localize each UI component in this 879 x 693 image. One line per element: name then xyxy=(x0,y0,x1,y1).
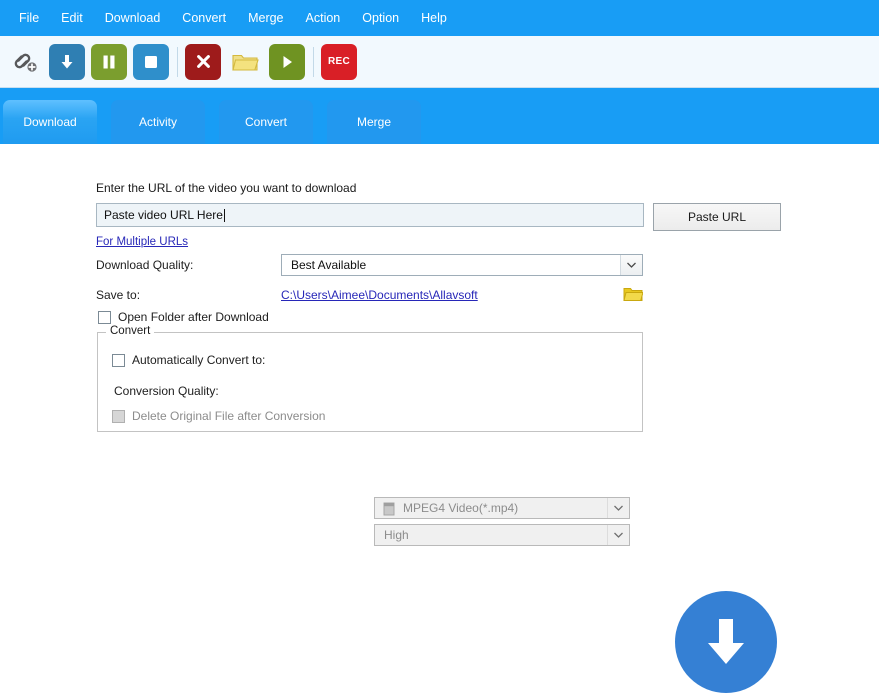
url-instruction-label: Enter the URL of the video you want to d… xyxy=(96,181,357,195)
checkbox-box[interactable] xyxy=(98,310,111,324)
tab-download-label: Download xyxy=(23,115,77,129)
play-icon[interactable] xyxy=(269,43,305,80)
menu-item-file[interactable]: File xyxy=(8,8,50,28)
download-quality-value: Best Available xyxy=(291,258,367,272)
download-quality-label: Download Quality: xyxy=(96,258,194,272)
download-panel: Enter the URL of the video you want to d… xyxy=(0,144,879,693)
paste-url-label: Paste URL xyxy=(687,210,747,224)
delete-original-checkbox-label: Delete Original File after Conversion xyxy=(132,409,326,423)
tab-convert[interactable]: Convert xyxy=(219,100,313,144)
add-link-icon[interactable] xyxy=(7,44,43,80)
conversion-quality-label: Conversion Quality: xyxy=(114,384,219,398)
menu-item-merge[interactable]: Merge xyxy=(237,8,294,28)
stop-icon[interactable] xyxy=(133,43,169,80)
open-folder-checkbox[interactable]: Open Folder after Download xyxy=(98,310,269,324)
toolbar-separator-2 xyxy=(313,46,314,77)
download-icon[interactable] xyxy=(49,43,85,80)
tab-convert-label: Convert xyxy=(244,115,288,129)
conversion-quality-select[interactable]: High xyxy=(374,524,630,546)
multiple-urls-link[interactable]: For Multiple URLs xyxy=(96,236,188,248)
chevron-down-icon[interactable] xyxy=(607,498,629,518)
tab-activity[interactable]: Activity xyxy=(111,100,205,144)
tab-activity-label: Activity xyxy=(138,115,177,129)
delete-original-checkbox[interactable]: Delete Original File after Conversion xyxy=(112,409,325,423)
open-folder-icon[interactable] xyxy=(227,44,263,80)
download-quality-select[interactable]: Best Available xyxy=(281,254,643,276)
conversion-quality-value: High xyxy=(384,528,409,542)
url-input-value: Paste video URL Here xyxy=(104,208,223,222)
menu-bar: File Edit Download Convert Merge Action … xyxy=(0,0,879,36)
menu-item-option[interactable]: Option xyxy=(351,8,410,28)
tab-merge[interactable]: Merge xyxy=(327,100,421,144)
delete-icon[interactable] xyxy=(185,43,221,80)
save-to-path-link[interactable]: C:\Users\Aimee\Documents\Allavsoft xyxy=(281,288,478,302)
tab-download[interactable]: Download xyxy=(3,100,97,144)
pause-icon[interactable] xyxy=(91,43,127,80)
menu-item-action[interactable]: Action xyxy=(295,8,352,28)
text-caret xyxy=(223,208,225,222)
chevron-down-icon[interactable] xyxy=(607,525,629,545)
tab-bar: Download Activity Convert Merge xyxy=(0,88,879,144)
checkbox-box[interactable] xyxy=(112,409,125,423)
open-folder-checkbox-label: Open Folder after Download xyxy=(118,310,269,324)
download-arrow-icon xyxy=(708,619,744,664)
start-download-button[interactable] xyxy=(675,591,777,693)
output-format-select[interactable]: MPEG4 Video(*.mp4) xyxy=(374,497,630,519)
tab-merge-label: Merge xyxy=(356,115,391,129)
convert-group-title: Convert xyxy=(106,325,155,337)
browse-folder-icon[interactable] xyxy=(622,284,644,304)
menu-item-convert[interactable]: Convert xyxy=(171,8,237,28)
menu-item-edit[interactable]: Edit xyxy=(50,8,94,28)
chevron-down-icon[interactable] xyxy=(620,255,642,275)
video-file-icon xyxy=(383,502,395,516)
save-to-label: Save to: xyxy=(96,288,141,302)
menu-item-download[interactable]: Download xyxy=(94,8,172,28)
auto-convert-checkbox[interactable]: Automatically Convert to: xyxy=(112,353,265,367)
output-format-value: MPEG4 Video(*.mp4) xyxy=(403,501,519,515)
toolbar-separator xyxy=(177,46,178,77)
checkbox-box[interactable] xyxy=(112,353,125,367)
record-icon[interactable]: REC xyxy=(321,43,357,80)
record-label: REC xyxy=(327,56,350,67)
url-input[interactable]: Paste video URL Here xyxy=(96,203,644,227)
menu-item-help[interactable]: Help xyxy=(410,8,458,28)
toolbar: REC xyxy=(0,36,879,88)
auto-convert-checkbox-label: Automatically Convert to: xyxy=(132,353,266,367)
paste-url-button[interactable]: Paste URL xyxy=(653,203,781,231)
